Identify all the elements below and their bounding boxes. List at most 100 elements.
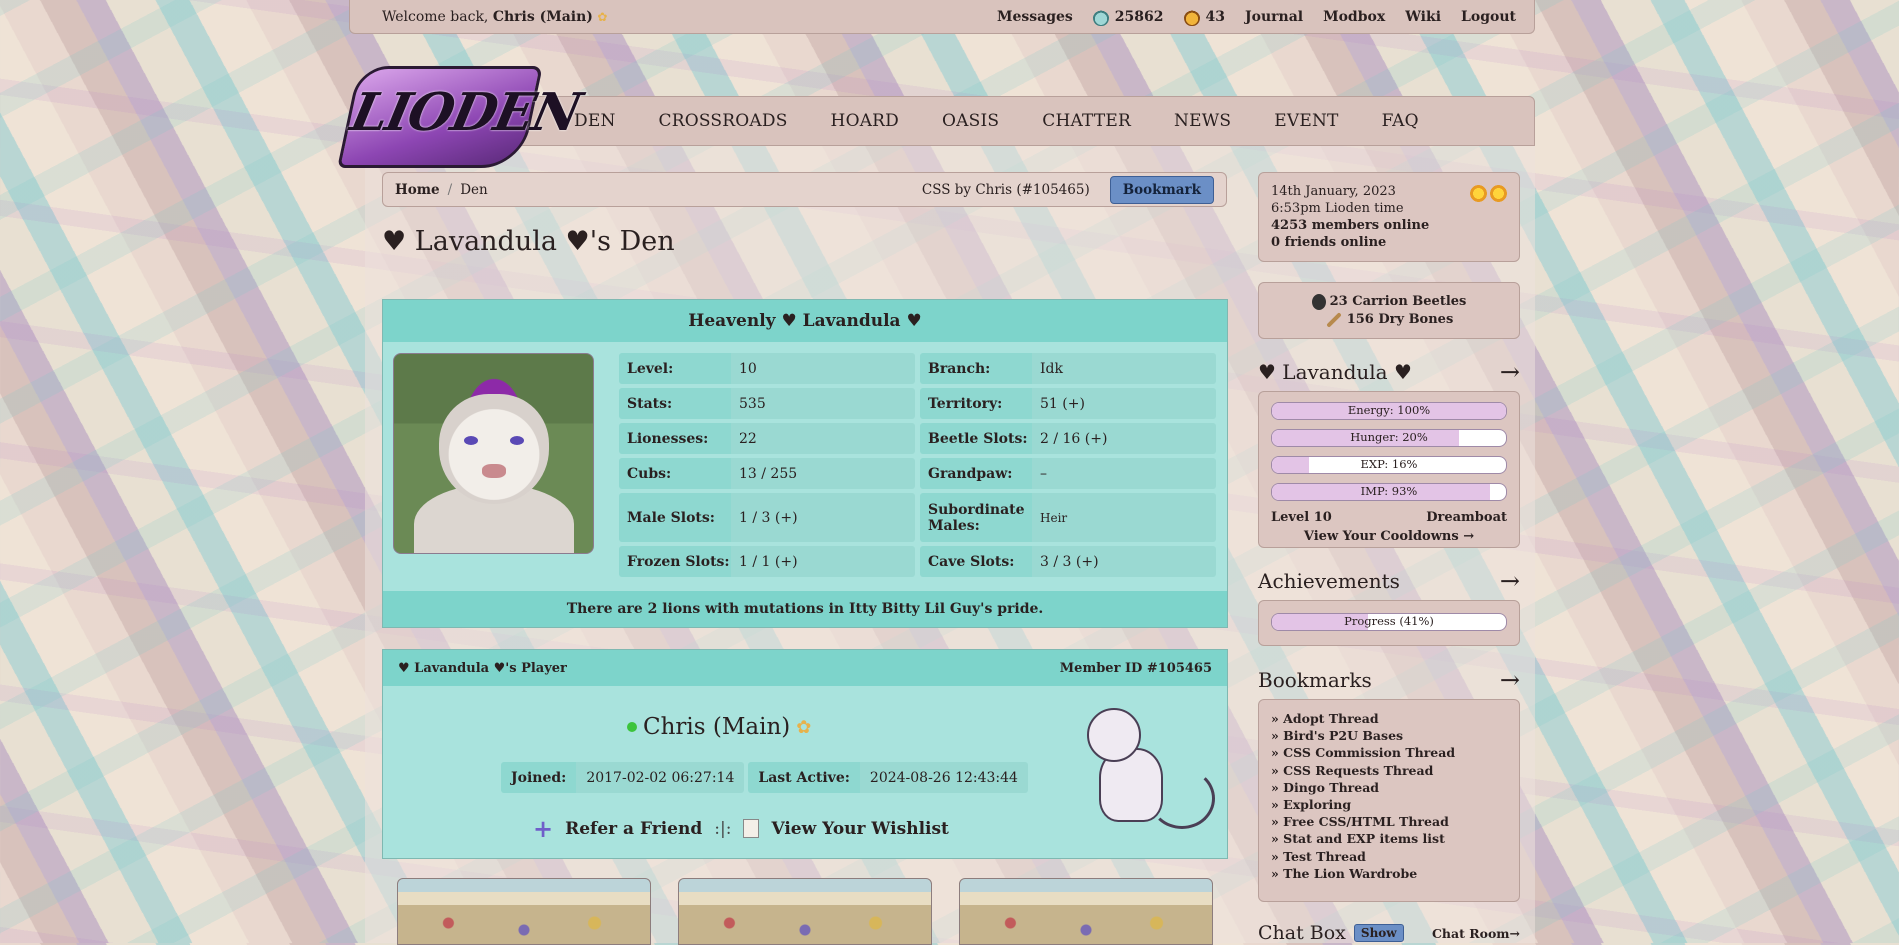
blue-beetles-count[interactable]: 25862 bbox=[1092, 7, 1164, 26]
show-chat-button[interactable]: Show bbox=[1353, 924, 1404, 942]
refer-friend-link[interactable]: Refer a Friend bbox=[565, 819, 702, 839]
beach-decor bbox=[398, 909, 650, 944]
bookmark-link[interactable]: » Test Thread bbox=[1271, 848, 1507, 865]
online-status-icon bbox=[627, 722, 637, 732]
chat-box-row: Chat Box Show Chat Room→ bbox=[1258, 922, 1520, 944]
cooldowns-link[interactable]: View Your Cooldowns → bbox=[1271, 529, 1507, 544]
bookmark-link[interactable]: » CSS Requests Thread bbox=[1271, 762, 1507, 779]
stat-beetle-slots[interactable]: Beetle Slots: 2 / 16 (+) bbox=[920, 423, 1216, 454]
bookmark-link[interactable]: » Dingo Thread bbox=[1271, 779, 1507, 796]
nav-event[interactable]: EVENT bbox=[1274, 111, 1338, 131]
main-nav: DEN CROSSROADS HOARD OASIS CHATTER NEWS … bbox=[515, 96, 1535, 146]
stat-frozen-slots[interactable]: Frozen Slots: 1 / 1 (+) bbox=[619, 546, 915, 577]
player-dates: Joined: 2017-02-02 06:27:14 Last Active: 2… bbox=[501, 762, 1028, 793]
lion-nose bbox=[482, 464, 506, 478]
stat-stats: Stats: 535 bbox=[619, 388, 915, 419]
game-time: 6:53pm Lioden time bbox=[1271, 201, 1404, 216]
imp-bar: IMP: 93% bbox=[1271, 483, 1507, 501]
currency-box: 23 Carrion Beetles 156 Dry Bones bbox=[1258, 282, 1520, 339]
stat-cave-slots[interactable]: Cave Slots: 3 / 3 (+) bbox=[920, 546, 1216, 577]
username[interactable]: Chris (Main) bbox=[493, 9, 593, 25]
lion-head bbox=[439, 394, 549, 504]
bookmark-link[interactable]: » Bird's P2U Bases bbox=[1271, 727, 1507, 744]
player-avatar-lion bbox=[1069, 708, 1219, 833]
wishlist-icon bbox=[743, 819, 760, 838]
carrion-beetles: 23 Carrion Beetles bbox=[1311, 293, 1466, 311]
gold-beetle-icon bbox=[1183, 7, 1200, 26]
sun-icon bbox=[1470, 185, 1487, 202]
bookmarks-box: » Adopt Thread » Bird's P2U Bases » CSS … bbox=[1258, 699, 1520, 902]
level-text: Level 10 bbox=[1271, 510, 1332, 525]
lion-heading: ♥ Lavandula ♥ → bbox=[1258, 358, 1520, 386]
dry-bones: 156 Dry Bones bbox=[1325, 311, 1453, 329]
lion-portrait[interactable] bbox=[393, 353, 594, 554]
nav-chatter[interactable]: CHATTER bbox=[1042, 111, 1131, 131]
logout-link[interactable]: Logout bbox=[1461, 9, 1516, 25]
player-header-title: ♥ Lavandula ♥'s Player bbox=[398, 660, 567, 676]
stat-row: Lionesses: 22 Beetle Slots: 2 / 16 (+) bbox=[619, 423, 1216, 454]
nav-hoard[interactable]: HOARD bbox=[831, 111, 899, 131]
energy-bar: Energy: 100% bbox=[1271, 402, 1507, 420]
den-thumbnail[interactable] bbox=[397, 878, 651, 945]
messages-link[interactable]: Messages bbox=[997, 9, 1073, 25]
lion-heading-title[interactable]: ♥ Lavandula ♥ bbox=[1258, 360, 1412, 384]
site-logo[interactable]: LIODEN bbox=[337, 52, 585, 182]
arrow-right-icon[interactable]: → bbox=[1500, 358, 1520, 386]
lion-stats: Level: 10 Branch: Idk Stats: 535 Territory:… bbox=[619, 353, 1216, 581]
hunger-bar: Hunger: 20% bbox=[1271, 429, 1507, 447]
arrow-right-icon[interactable]: → bbox=[1500, 666, 1520, 694]
chat-room-link[interactable]: Chat Room→ bbox=[1432, 926, 1520, 941]
flower-icon: ✿ bbox=[796, 716, 812, 738]
gold-beetles-count[interactable]: 43 bbox=[1183, 7, 1225, 26]
bookmark-link[interactable]: » Exploring bbox=[1271, 796, 1507, 813]
stat-subordinate-males[interactable]: Subordinate Males: Heir bbox=[920, 493, 1216, 542]
bone-icon bbox=[1325, 311, 1342, 328]
den-thumbnail[interactable] bbox=[678, 878, 932, 945]
members-online: 4253 members online bbox=[1271, 218, 1430, 233]
stat-row: Stats: 535 Territory: 51 (+) bbox=[619, 388, 1216, 419]
wishlist-link[interactable]: View Your Wishlist bbox=[771, 819, 948, 839]
page-title: ♥ Lavandula ♥'s Den bbox=[382, 226, 675, 257]
bookmark-link[interactable]: » The Lion Wardrobe bbox=[1271, 865, 1507, 882]
bookmark-button[interactable]: Bookmark bbox=[1109, 175, 1214, 204]
breadcrumb: Home / Den CSS by Chris (#105465) Bookma… bbox=[382, 172, 1227, 207]
sun-icon bbox=[1490, 185, 1507, 202]
stat-cubs: Cubs: 13 / 255 bbox=[619, 458, 915, 489]
bookmark-link[interactable]: » CSS Commission Thread bbox=[1271, 744, 1507, 761]
player-name[interactable]: Chris (Main) ✿ bbox=[627, 714, 811, 740]
achievements-title[interactable]: Achievements bbox=[1258, 569, 1400, 593]
nav-crossroads[interactable]: CROSSROADS bbox=[659, 111, 788, 131]
nav-den[interactable]: DEN bbox=[574, 111, 616, 131]
chat-box-title: Chat Box bbox=[1258, 922, 1346, 944]
achievements-bar: Progress (41%) bbox=[1271, 613, 1507, 631]
bookmark-link[interactable]: » Adopt Thread bbox=[1271, 710, 1507, 727]
lion-status: Dreamboat bbox=[1426, 510, 1507, 525]
lion-eye bbox=[510, 436, 524, 445]
beach-decor bbox=[679, 909, 931, 944]
welcome-text: Welcome back, Chris (Main) ✿ bbox=[382, 8, 608, 25]
modbox-link[interactable]: Modbox bbox=[1323, 9, 1385, 25]
weather bbox=[1470, 185, 1507, 202]
nav-news[interactable]: NEWS bbox=[1174, 111, 1231, 131]
journal-link[interactable]: Journal bbox=[1245, 9, 1303, 25]
bookmarks-title[interactable]: Bookmarks bbox=[1258, 668, 1372, 692]
joined-pill: Joined: 2017-02-02 06:27:14 bbox=[501, 762, 745, 793]
breadcrumb-home[interactable]: Home bbox=[395, 182, 440, 198]
arrow-right-icon[interactable]: → bbox=[1500, 567, 1520, 595]
bookmark-link[interactable]: » Free CSS/HTML Thread bbox=[1271, 813, 1507, 830]
breadcrumb-separator: / bbox=[447, 181, 453, 198]
stat-territory[interactable]: Territory: 51 (+) bbox=[920, 388, 1216, 419]
wiki-link[interactable]: Wiki bbox=[1405, 9, 1441, 25]
nav-oasis[interactable]: OASIS bbox=[942, 111, 999, 131]
stat-grandpaw: Grandpaw: – bbox=[920, 458, 1216, 489]
player-card: ♥ Lavandula ♥'s Player Member ID #105465… bbox=[382, 649, 1228, 859]
beach-decor bbox=[960, 909, 1212, 944]
den-thumbnail[interactable] bbox=[959, 878, 1213, 945]
bookmark-link[interactable]: » Stat and EXP items list bbox=[1271, 830, 1507, 847]
nav-faq[interactable]: FAQ bbox=[1382, 111, 1419, 131]
exp-bar: EXP: 16% bbox=[1271, 456, 1507, 474]
player-card-header: ♥ Lavandula ♥'s Player Member ID #105465 bbox=[383, 650, 1227, 686]
stat-row: Frozen Slots: 1 / 1 (+) Cave Slots: 3 / 3 … bbox=[619, 546, 1216, 577]
stat-row: Cubs: 13 / 255 Grandpaw: – bbox=[619, 458, 1216, 489]
stat-male-slots[interactable]: Male Slots: 1 / 3 (+) bbox=[619, 493, 915, 542]
